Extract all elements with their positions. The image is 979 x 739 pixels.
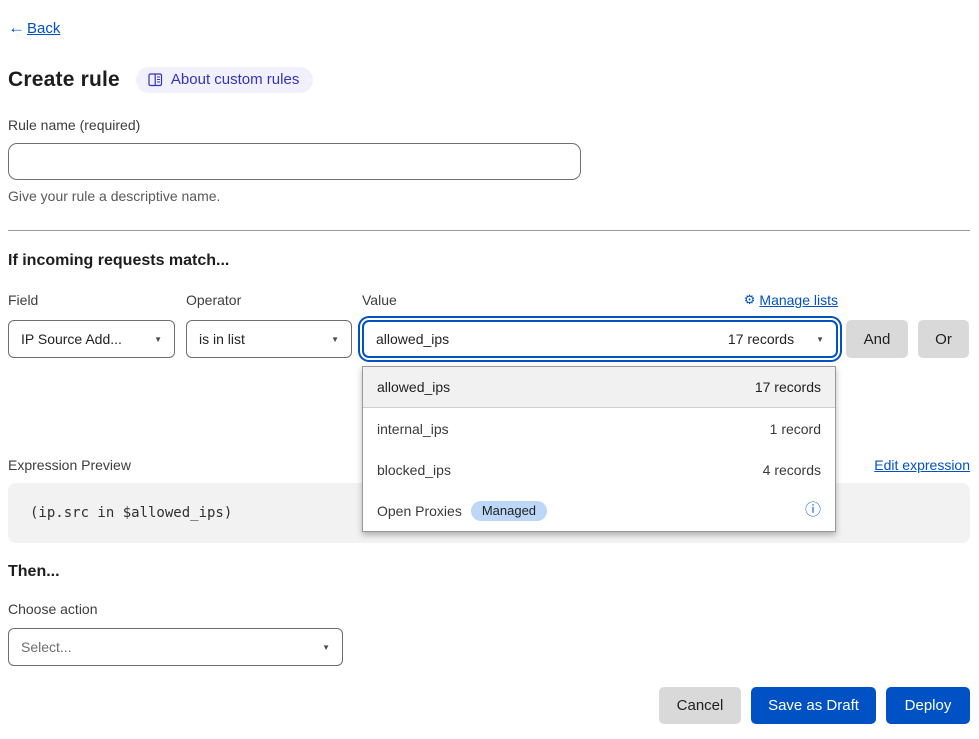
choose-action-label: Choose action xyxy=(8,601,969,617)
condition-labels-row: Field Operator Value ⚙ Manage lists xyxy=(8,292,969,308)
chevron-down-icon: ▼ xyxy=(322,643,330,652)
list-item-records: 4 records xyxy=(763,462,821,478)
field-label: Field xyxy=(8,292,186,308)
about-custom-rules-link[interactable]: About custom rules xyxy=(136,67,313,93)
action-select[interactable]: Select... ▼ xyxy=(8,628,343,666)
chevron-down-icon: ▼ xyxy=(154,335,162,344)
section-divider xyxy=(8,230,970,231)
list-item-name: Open Proxies xyxy=(377,503,462,519)
info-icon[interactable]: ⓘ xyxy=(805,503,821,519)
condition-row: IP Source Add... ▼ is in list ▼ allowed_… xyxy=(8,320,969,358)
back-link-label: Back xyxy=(27,20,60,37)
value-dropdown-menu: allowed_ips 17 records internal_ips 1 re… xyxy=(362,366,836,532)
then-section-heading: Then... xyxy=(8,563,969,581)
action-select-placeholder: Select... xyxy=(21,639,72,655)
value-select-name: allowed_ips xyxy=(376,331,449,347)
list-item-open-proxies[interactable]: Open Proxies Managed ⓘ xyxy=(363,490,835,531)
edit-expression-link[interactable]: Edit expression xyxy=(874,457,970,473)
manage-lists-label: Manage lists xyxy=(759,292,838,308)
expression-preview-label: Expression Preview xyxy=(8,457,131,473)
book-icon xyxy=(148,73,163,87)
list-item-allowed-ips[interactable]: allowed_ips 17 records xyxy=(363,367,835,408)
page-header: Create rule About custom rules xyxy=(8,67,969,93)
expression-code: (ip.src in $allowed_ips) xyxy=(30,505,232,521)
footer-actions: Cancel Save as Draft Deploy xyxy=(8,687,970,724)
list-item-internal-ips[interactable]: internal_ips 1 record xyxy=(363,408,835,449)
operator-select[interactable]: is in list ▼ xyxy=(186,320,352,358)
field-select[interactable]: IP Source Add... ▼ xyxy=(8,320,175,358)
operator-select-value: is in list xyxy=(199,331,245,347)
gear-icon: ⚙ xyxy=(744,292,756,308)
list-item-name: internal_ips xyxy=(377,421,449,437)
list-item-name: allowed_ips xyxy=(377,379,450,395)
or-button[interactable]: Or xyxy=(918,320,969,358)
cancel-button[interactable]: Cancel xyxy=(659,687,741,724)
list-item-records: 17 records xyxy=(755,379,821,395)
rule-name-helper-text: Give your rule a descriptive name. xyxy=(8,188,969,204)
deploy-button[interactable]: Deploy xyxy=(886,687,970,724)
back-link[interactable]: ←Back xyxy=(8,18,60,38)
field-select-value: IP Source Add... xyxy=(21,331,122,347)
list-item-blocked-ips[interactable]: blocked_ips 4 records xyxy=(363,449,835,490)
manage-lists-link[interactable]: ⚙ Manage lists xyxy=(744,292,838,308)
page-title: Create rule xyxy=(8,68,120,92)
create-rule-page: ←Back Create rule About custom rules Rul… xyxy=(0,0,979,724)
back-arrow-icon: ← xyxy=(8,18,25,38)
about-custom-rules-label: About custom rules xyxy=(171,71,299,88)
value-select-records: 17 records xyxy=(728,331,794,347)
operator-label: Operator xyxy=(186,292,362,308)
chevron-down-icon: ▼ xyxy=(816,335,824,344)
save-as-draft-button[interactable]: Save as Draft xyxy=(751,687,876,724)
chevron-down-icon: ▼ xyxy=(331,335,339,344)
list-item-records: 1 record xyxy=(770,421,821,437)
match-section-heading: If incoming requests match... xyxy=(8,252,969,270)
list-item-name: blocked_ips xyxy=(377,462,451,478)
rule-name-input[interactable] xyxy=(8,143,581,180)
managed-badge: Managed xyxy=(471,501,547,521)
rule-name-label: Rule name (required) xyxy=(8,117,969,133)
and-button[interactable]: And xyxy=(846,320,908,358)
value-select[interactable]: allowed_ips 17 records ▼ xyxy=(362,320,838,358)
value-label: Value xyxy=(362,292,397,308)
